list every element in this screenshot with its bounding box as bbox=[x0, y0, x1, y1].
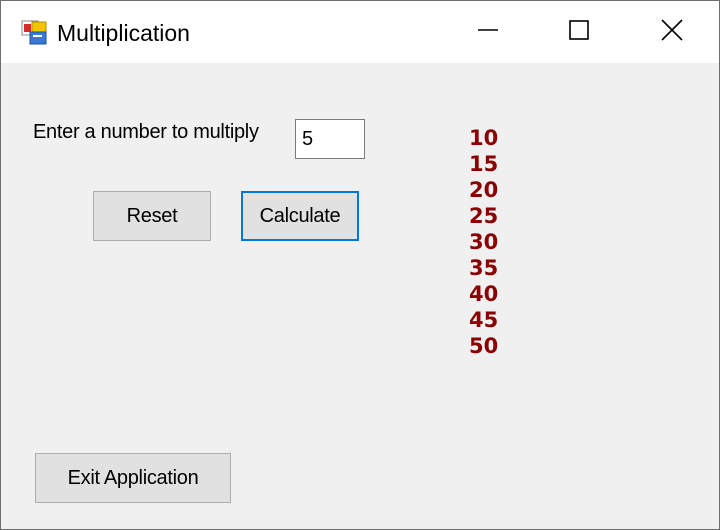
close-icon bbox=[660, 18, 684, 47]
close-button[interactable] bbox=[626, 1, 718, 63]
result-item: 20 bbox=[469, 178, 499, 202]
result-item: 45 bbox=[469, 308, 499, 332]
reset-button[interactable]: Reset bbox=[93, 191, 211, 241]
maximize-button[interactable] bbox=[533, 1, 625, 63]
maximize-icon bbox=[568, 19, 590, 46]
result-item: 35 bbox=[469, 256, 499, 280]
minimize-button[interactable] bbox=[442, 1, 534, 63]
title-bar[interactable]: Multiplication bbox=[1, 1, 719, 63]
result-item: 50 bbox=[469, 334, 499, 358]
number-prompt-label: Enter a number to multiply bbox=[33, 121, 259, 143]
result-item: 30 bbox=[469, 230, 499, 254]
number-input[interactable] bbox=[295, 119, 365, 159]
app-window: Multiplication Enter a number to multipl… bbox=[0, 0, 720, 530]
result-item: 40 bbox=[469, 282, 499, 306]
results-list: 10 15 20 25 30 35 40 45 50 bbox=[469, 125, 498, 359]
exit-application-button[interactable]: Exit Application bbox=[35, 453, 231, 503]
calculate-button[interactable]: Calculate bbox=[241, 191, 359, 241]
result-item: 15 bbox=[469, 152, 499, 176]
app-window-icon bbox=[21, 19, 49, 47]
result-item: 25 bbox=[469, 204, 499, 228]
window-title: Multiplication bbox=[57, 20, 190, 46]
minimize-icon bbox=[477, 19, 499, 46]
result-item: 10 bbox=[469, 126, 499, 150]
